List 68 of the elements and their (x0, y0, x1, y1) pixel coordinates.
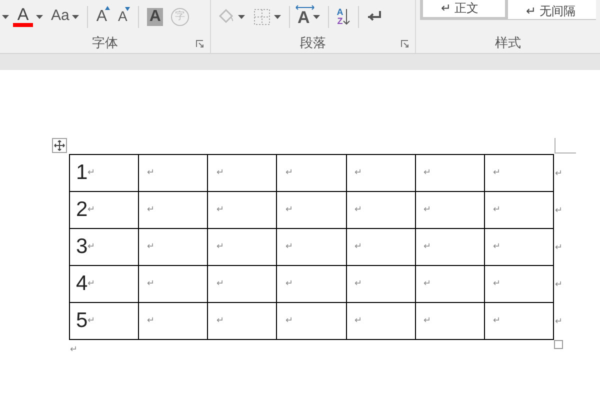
margin-corner-icon (554, 138, 576, 154)
paint-bucket-icon (216, 8, 234, 26)
table-cell[interactable]: ↵ (484, 155, 554, 192)
table-cell[interactable]: ↵ (346, 266, 416, 303)
sort-button[interactable]: A Z (332, 2, 354, 30)
change-case-button[interactable]: Aa (47, 2, 84, 30)
table-cell[interactable]: ↵ (346, 192, 416, 229)
style-item[interactable]: ↵ 正文 (420, 0, 508, 19)
table-cell[interactable]: ↵ (208, 266, 278, 303)
group-label: 段落 (300, 34, 326, 52)
table-cell[interactable]: 5↵ (70, 303, 140, 340)
table-cell[interactable]: ↵ (346, 303, 416, 340)
table-cell[interactable]: ↵ (416, 303, 485, 340)
end-of-row-mark: ↵ (555, 204, 563, 217)
end-of-row-mark: ↵ (555, 241, 563, 254)
table-cell[interactable]: ↵ (208, 303, 278, 340)
group-label: 字体 (92, 34, 118, 52)
down-arrow-icon (343, 8, 350, 24)
end-of-row-mark: ↵ (555, 167, 563, 180)
table-resize-handle[interactable] (554, 340, 563, 349)
table-cell[interactable]: ↵ (346, 229, 416, 266)
table-cell[interactable]: ↵ (416, 266, 485, 303)
launcher-icon (401, 40, 409, 48)
end-of-row-mark: ↵ (555, 278, 563, 291)
return-arrow-icon (367, 10, 384, 24)
table-cell[interactable]: ↵ (277, 229, 347, 266)
dropdown-caret-icon (2, 14, 9, 18)
character-shading-button[interactable]: A (143, 2, 167, 30)
launcher-icon (196, 40, 204, 48)
table-cell[interactable]: ↵ (484, 229, 554, 266)
table-cell[interactable]: ↵ (139, 303, 208, 340)
table-cell[interactable]: ↵ (277, 303, 347, 340)
group-label: 样式 (495, 34, 521, 52)
table-cell[interactable]: ↵ (484, 266, 554, 303)
grow-font-button[interactable]: A (92, 2, 114, 30)
move-icon (54, 140, 65, 151)
table-cell[interactable]: ↵ (416, 229, 485, 266)
table-cell[interactable]: ↵ (277, 192, 347, 229)
table-cell[interactable]: ↵ (484, 192, 554, 229)
table-cell[interactable]: ↵ (346, 155, 416, 192)
table-cell[interactable]: 2↵ (70, 192, 140, 229)
up-triangle-icon (105, 6, 110, 10)
table-cell[interactable]: 4↵ (70, 266, 140, 303)
shrink-font-button[interactable]: A (114, 2, 134, 30)
asian-layout-button[interactable]: A (294, 2, 324, 30)
dialog-launcher[interactable] (196, 40, 204, 48)
table-cell[interactable]: ↵ (416, 192, 485, 229)
table-cell[interactable]: ↵ (416, 155, 485, 192)
end-of-row-mark: ↵ (555, 315, 563, 328)
font-color-button[interactable]: A (9, 2, 47, 30)
table-cell[interactable]: ↵ (139, 229, 208, 266)
table-cell[interactable]: ↵ (139, 266, 208, 303)
paragraph-mark: ↵ (70, 343, 78, 356)
table-move-handle[interactable] (52, 138, 67, 153)
dialog-launcher[interactable] (401, 40, 409, 48)
table-cell[interactable]: ↵ (277, 155, 347, 192)
double-arrow-icon (294, 5, 314, 10)
table-cell[interactable]: ↵ (208, 155, 278, 192)
table-cell[interactable]: 3↵ (70, 229, 140, 266)
borders-icon (252, 8, 270, 26)
table-cell[interactable]: ↵ (139, 155, 208, 192)
table-cell[interactable]: ↵ (484, 303, 554, 340)
table-cell[interactable]: ↵ (139, 192, 208, 229)
down-triangle-icon (125, 7, 130, 11)
table-cell[interactable]: ↵ (208, 229, 278, 266)
table-cell[interactable]: 1↵ (70, 155, 140, 192)
table-cell[interactable]: ↵ (208, 192, 278, 229)
table-cell[interactable]: ↵ (277, 266, 347, 303)
